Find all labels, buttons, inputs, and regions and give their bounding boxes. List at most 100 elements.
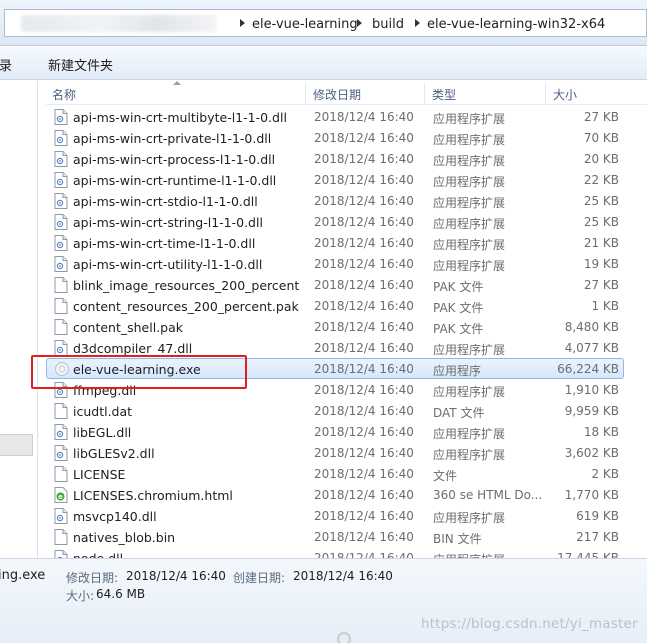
file-type: 应用程序扩展 xyxy=(433,448,506,462)
column-divider[interactable] xyxy=(424,83,425,104)
column-date[interactable]: 修改日期 xyxy=(313,86,361,103)
file-type: 应用程序扩展 xyxy=(433,238,506,252)
blurred-path-segment xyxy=(21,15,217,32)
address-bar: ele-vue-learning build ele-vue-learning-… xyxy=(0,0,647,46)
file-name: ffmpeg.dll xyxy=(73,383,137,398)
navigation-pane[interactable] xyxy=(0,81,38,558)
file-name: node.dll xyxy=(73,551,299,558)
file-date: 2018/12/4 16:40 xyxy=(314,299,414,313)
file-type: 应用程序扩展 xyxy=(433,175,506,189)
file-date: 2018/12/4 16:40 xyxy=(314,362,414,376)
column-divider[interactable] xyxy=(305,83,306,104)
svg-text:e: e xyxy=(58,493,63,501)
column-name[interactable]: 名称 xyxy=(52,86,76,103)
file-row[interactable]: api-ms-win-crt-process-l1-1-0.dll 2018/12… xyxy=(46,148,624,169)
file-row[interactable]: msvcp140.dll 2018/12/4 16:40 应用程序扩展 619 KB xyxy=(46,505,624,526)
file-date: 2018/12/4 16:40 xyxy=(314,551,414,558)
file-type: 文件 xyxy=(433,469,458,483)
file-size: 70 KB xyxy=(583,131,619,145)
breadcrumb-separator-icon[interactable] xyxy=(415,19,420,27)
file-date: 2018/12/4 16:40 xyxy=(314,278,414,292)
file-type: 应用程序扩展 xyxy=(433,133,506,147)
dll-file-icon xyxy=(54,151,68,167)
file-name: api-ms-win-crt-process-l1-1-0.dll xyxy=(73,152,276,167)
file-row[interactable]: api-ms-win-crt-multibyte-l1-1-0.dll 2018/… xyxy=(46,106,624,127)
file-row[interactable]: api-ms-win-crt-utility-l1-1-0.dll 2018/12… xyxy=(46,253,624,274)
file-type: 应用程序扩展 xyxy=(433,217,506,231)
breadcrumb-item-ele-vue-learning[interactable]: ele-vue-learning xyxy=(252,17,358,32)
file-name: content_shell.pak xyxy=(73,320,183,335)
breadcrumb-separator-icon[interactable] xyxy=(240,19,245,27)
file-row[interactable]: api-ms-win-crt-string-l1-1-0.dll 2018/12/… xyxy=(46,211,624,232)
file-row[interactable]: api-ms-win-crt-stdio-l1-1-0.dll 2018/12/4… xyxy=(46,190,624,211)
column-divider[interactable] xyxy=(545,83,546,104)
dll-file-icon xyxy=(54,550,68,558)
dll-file-icon xyxy=(54,424,68,440)
nav-selected-item[interactable] xyxy=(0,434,33,456)
file-row[interactable]: e LICENSES.chromium.html 2018/12/4 16:40 36… xyxy=(46,484,624,505)
dll-file-icon xyxy=(54,382,68,398)
file-row[interactable]: LICENSE 2018/12/4 16:40 文件 2 KB xyxy=(46,463,624,484)
file-row[interactable]: d3dcompiler_47.dll 2018/12/4 16:40 应用程序扩展 4… xyxy=(46,337,624,358)
file-type: 应用程序扩展 xyxy=(433,259,506,273)
file-row[interactable]: content_shell.pak 2018/12/4 16:40 PAK 文件 8,… xyxy=(46,316,624,337)
file-row[interactable]: api-ms-win-crt-private-l1-1-0.dll 2018/12… xyxy=(46,127,624,148)
file-size: 27 KB xyxy=(583,110,619,124)
dll-file-icon xyxy=(54,445,68,461)
file-name: api-ms-win-crt-string-l1-1-0.dll xyxy=(73,215,263,230)
breadcrumb-item-build[interactable]: build xyxy=(372,17,404,32)
file-size: 619 KB xyxy=(576,509,619,523)
blank-file-icon xyxy=(54,529,68,545)
column-type[interactable]: 类型 xyxy=(432,86,456,103)
watermark-text: https://blog.csdn.net/yi_master xyxy=(421,616,638,632)
file-row[interactable]: node.dll 2018/12/4 16:40 应用程序扩展 17,445 KB xyxy=(46,547,624,558)
file-size: 25 KB xyxy=(583,194,619,208)
file-row[interactable]: blink_image_resources_200_percent.p... 20… xyxy=(46,274,624,295)
file-row[interactable]: content_resources_200_percent.pak 2018/12… xyxy=(46,295,624,316)
file-name: api-ms-win-crt-utility-l1-1-0.dll xyxy=(73,257,263,272)
file-name: d3dcompiler_47.dll xyxy=(73,341,193,356)
file-row[interactable]: libGLESv2.dll 2018/12/4 16:40 应用程序扩展 3,602 … xyxy=(46,442,624,463)
file-type: 应用程序扩展 xyxy=(433,427,506,441)
breadcrumb-item-win32-x64[interactable]: ele-vue-learning-win32-x64 xyxy=(427,17,605,32)
file-size: 3,602 KB xyxy=(564,446,619,460)
file-type: 360 se HTML Do... xyxy=(433,488,543,502)
dll-file-icon xyxy=(54,508,68,524)
file-size: 17,445 KB xyxy=(557,551,619,558)
file-name: LICENSES.chromium.html xyxy=(73,488,233,503)
file-size: 9,959 KB xyxy=(564,404,619,418)
file-row-selected[interactable]: ele-vue-learning.exe 2018/12/4 16:40 应用程序 6… xyxy=(46,358,624,379)
file-type: PAK 文件 xyxy=(433,322,484,336)
file-row[interactable]: natives_blob.bin 2018/12/4 16:40 BIN 文件 217… xyxy=(46,526,624,547)
file-date: 2018/12/4 16:40 xyxy=(314,236,414,250)
file-name: LICENSE xyxy=(73,467,126,482)
dll-file-icon xyxy=(54,193,68,209)
file-type: PAK 文件 xyxy=(433,280,484,294)
column-size[interactable]: 大小 xyxy=(553,86,577,103)
file-row[interactable]: libEGL.dll 2018/12/4 16:40 应用程序扩展 18 KB xyxy=(46,421,624,442)
file-name: libGLESv2.dll xyxy=(73,446,155,461)
file-size: 8,480 KB xyxy=(564,320,619,334)
file-name: api-ms-win-crt-multibyte-l1-1-0.dll xyxy=(73,110,287,125)
new-folder-button[interactable]: 新建文件夹 xyxy=(48,55,113,74)
toolbar-item-partial[interactable]: 录 xyxy=(0,55,12,74)
file-type: 应用程序 xyxy=(433,364,482,378)
file-date: 2018/12/4 16:40 xyxy=(314,131,414,145)
file-size: 4,077 KB xyxy=(564,341,619,355)
file-row[interactable]: ffmpeg.dll 2018/12/4 16:40 应用程序扩展 1,910 KB xyxy=(46,379,624,400)
dll-file-icon xyxy=(54,340,68,356)
file-type: DAT 文件 xyxy=(433,406,485,420)
file-row[interactable]: icudtl.dat 2018/12/4 16:40 DAT 文件 9,959 KB xyxy=(46,400,624,421)
details-size-label: 大小: xyxy=(66,589,95,603)
file-type: 应用程序扩展 xyxy=(433,511,506,525)
file-row[interactable]: api-ms-win-crt-runtime-l1-1-0.dll 2018/12… xyxy=(46,169,624,190)
breadcrumb-separator-icon[interactable] xyxy=(357,19,362,27)
breadcrumb[interactable]: ele-vue-learning build ele-vue-learning-… xyxy=(4,9,647,37)
file-size: 25 KB xyxy=(583,215,619,229)
file-name: api-ms-win-crt-stdio-l1-1-0.dll xyxy=(73,194,258,209)
file-type: 应用程序扩展 xyxy=(433,343,506,357)
blank-file-icon xyxy=(54,466,68,482)
file-date: 2018/12/4 16:40 xyxy=(314,320,414,334)
file-row[interactable]: api-ms-win-crt-time-l1-1-0.dll 2018/12/4 … xyxy=(46,232,624,253)
file-name: api-ms-win-crt-time-l1-1-0.dll xyxy=(73,236,256,251)
